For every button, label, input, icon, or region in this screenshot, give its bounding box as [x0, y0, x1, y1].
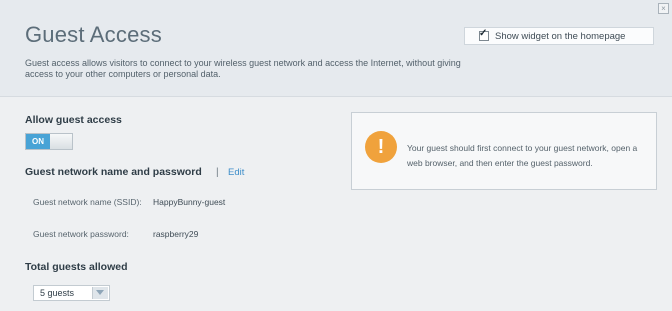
password-value: raspberry29 [153, 229, 199, 239]
show-widget-label: Show widget on the homepage [495, 30, 626, 42]
toggle-on-label: ON [26, 134, 50, 149]
checkmark-icon: ✓ [479, 28, 488, 39]
warning-icon: ! [365, 131, 397, 163]
page-description: Guest access allows visitors to connect … [25, 58, 461, 79]
total-guests-label: Total guests allowed [25, 261, 128, 273]
edit-network-link[interactable]: Edit [228, 167, 244, 178]
page-header: × Guest Access Guest access allows visit… [0, 0, 672, 97]
total-guests-select[interactable]: 5 guests [33, 285, 110, 301]
guest-access-toggle[interactable]: ON [25, 133, 73, 150]
close-icon[interactable]: × [658, 3, 669, 14]
notice-text: Your guest should first connect to your … [407, 143, 638, 168]
password-label: Guest network password: [33, 229, 129, 239]
checkbox-icon[interactable]: ✓ [479, 28, 489, 41]
allow-guest-access-label: Allow guest access [25, 114, 122, 126]
page-title: Guest Access [25, 22, 162, 47]
chevron-down-icon[interactable] [92, 287, 108, 299]
ssid-value: HappyBunny-guest [153, 197, 226, 207]
ssid-label: Guest network name (SSID): [33, 197, 142, 207]
network-name-password-label: Guest network name and password [25, 166, 202, 178]
toggle-knob[interactable] [50, 134, 72, 149]
total-guests-value: 5 guests [40, 288, 75, 298]
guest-notice: ! Your guest should first connect to you… [351, 112, 657, 190]
edit-separator: | [216, 167, 219, 178]
show-widget-checkbox[interactable]: ✓ Show widget on the homepage [464, 27, 654, 45]
